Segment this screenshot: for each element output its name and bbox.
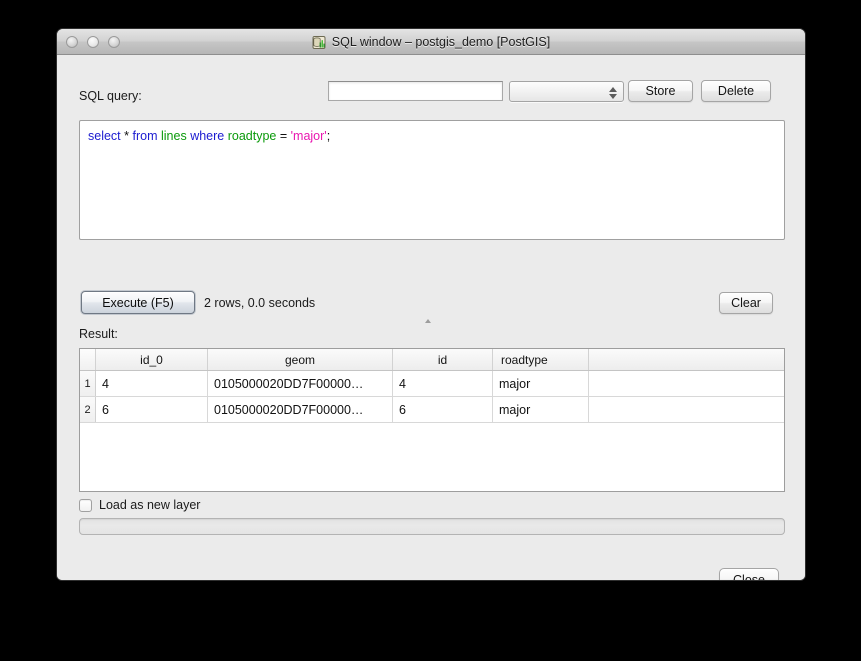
cell-filler (589, 371, 784, 396)
column-header-filler (589, 349, 784, 370)
cell-id_0[interactable]: 4 (96, 371, 208, 396)
sql-token-keyword: where (190, 129, 224, 143)
cell-geom[interactable]: 0105000020DD7F00000… (208, 397, 393, 422)
sql-token-keyword: from (133, 129, 158, 143)
sql-token-string: 'major' (291, 129, 327, 143)
query-name-input[interactable] (328, 81, 503, 101)
clear-button[interactable]: Clear (719, 292, 773, 314)
table-row[interactable]: 1 4 0105000020DD7F00000… 4 major (80, 371, 784, 397)
row-number[interactable]: 2 (80, 397, 96, 422)
result-table-header: id_0 geom id roadtype (80, 349, 784, 371)
stored-queries-select[interactable] (509, 81, 624, 102)
cell-id[interactable]: 4 (393, 371, 493, 396)
zoom-window-button[interactable] (108, 36, 120, 48)
cell-roadtype[interactable]: major (493, 371, 589, 396)
close-button[interactable]: Close (719, 568, 779, 581)
chevron-down-icon (609, 94, 617, 99)
cell-geom[interactable]: 0105000020DD7F00000… (208, 371, 393, 396)
sql-token-identifier: lines (161, 129, 187, 143)
column-header-roadtype[interactable]: roadtype (493, 349, 589, 370)
window-title: SQL window – postgis_demo [PostGIS] (332, 35, 550, 49)
sql-editor[interactable]: select * from lines where roadtype = 'ma… (79, 120, 785, 240)
row-number-header (80, 349, 96, 370)
sql-token-identifier: roadtype (228, 129, 277, 143)
cell-filler (589, 397, 784, 422)
load-as-new-layer-checkbox-row[interactable]: Load as new layer (79, 498, 200, 512)
chevron-up-icon (609, 87, 617, 92)
store-button[interactable]: Store (628, 80, 693, 102)
sql-query-label: SQL query: (79, 89, 142, 103)
column-header-id_0[interactable]: id_0 (96, 349, 208, 370)
row-number[interactable]: 1 (80, 371, 96, 396)
close-window-button[interactable] (66, 36, 78, 48)
column-header-geom[interactable]: geom (208, 349, 393, 370)
result-table-body: 1 4 0105000020DD7F00000… 4 major 2 6 010… (80, 371, 784, 423)
load-as-new-layer-checkbox[interactable] (79, 499, 92, 512)
execute-button[interactable]: Execute (F5) (81, 291, 195, 314)
sql-window-content: SQL query: Store Delete select * from li… (57, 55, 805, 581)
stepper-arrows-icon[interactable] (608, 84, 617, 101)
table-row[interactable]: 2 6 0105000020DD7F00000… 6 major (80, 397, 784, 423)
load-as-new-layer-label: Load as new layer (99, 498, 200, 512)
result-table[interactable]: id_0 geom id roadtype 1 4 0105000020DD7F… (79, 348, 785, 492)
cell-roadtype[interactable]: major (493, 397, 589, 422)
delete-button[interactable]: Delete (701, 80, 771, 102)
sql-window: SQL window – postgis_demo [PostGIS] SQL … (56, 28, 806, 581)
minimize-window-button[interactable] (87, 36, 99, 48)
window-title-group: SQL window – postgis_demo [PostGIS] (57, 29, 805, 55)
result-label: Result: (79, 327, 118, 341)
cell-id[interactable]: 6 (393, 397, 493, 422)
database-postgis-icon (312, 35, 327, 50)
window-titlebar[interactable]: SQL window – postgis_demo [PostGIS] (57, 29, 805, 55)
sql-token-plain: ; (327, 129, 330, 143)
cell-id_0[interactable]: 6 (96, 397, 208, 422)
query-status-text: 2 rows, 0.0 seconds (204, 296, 315, 310)
progress-bar (79, 518, 785, 535)
panel-splitter-handle[interactable] (423, 318, 433, 325)
desktop-background: SQL window – postgis_demo [PostGIS] SQL … (0, 0, 861, 661)
sql-token-keyword: select (88, 129, 121, 143)
sql-editor-text: select * from lines where roadtype = 'ma… (88, 128, 776, 144)
column-header-id[interactable]: id (393, 349, 493, 370)
